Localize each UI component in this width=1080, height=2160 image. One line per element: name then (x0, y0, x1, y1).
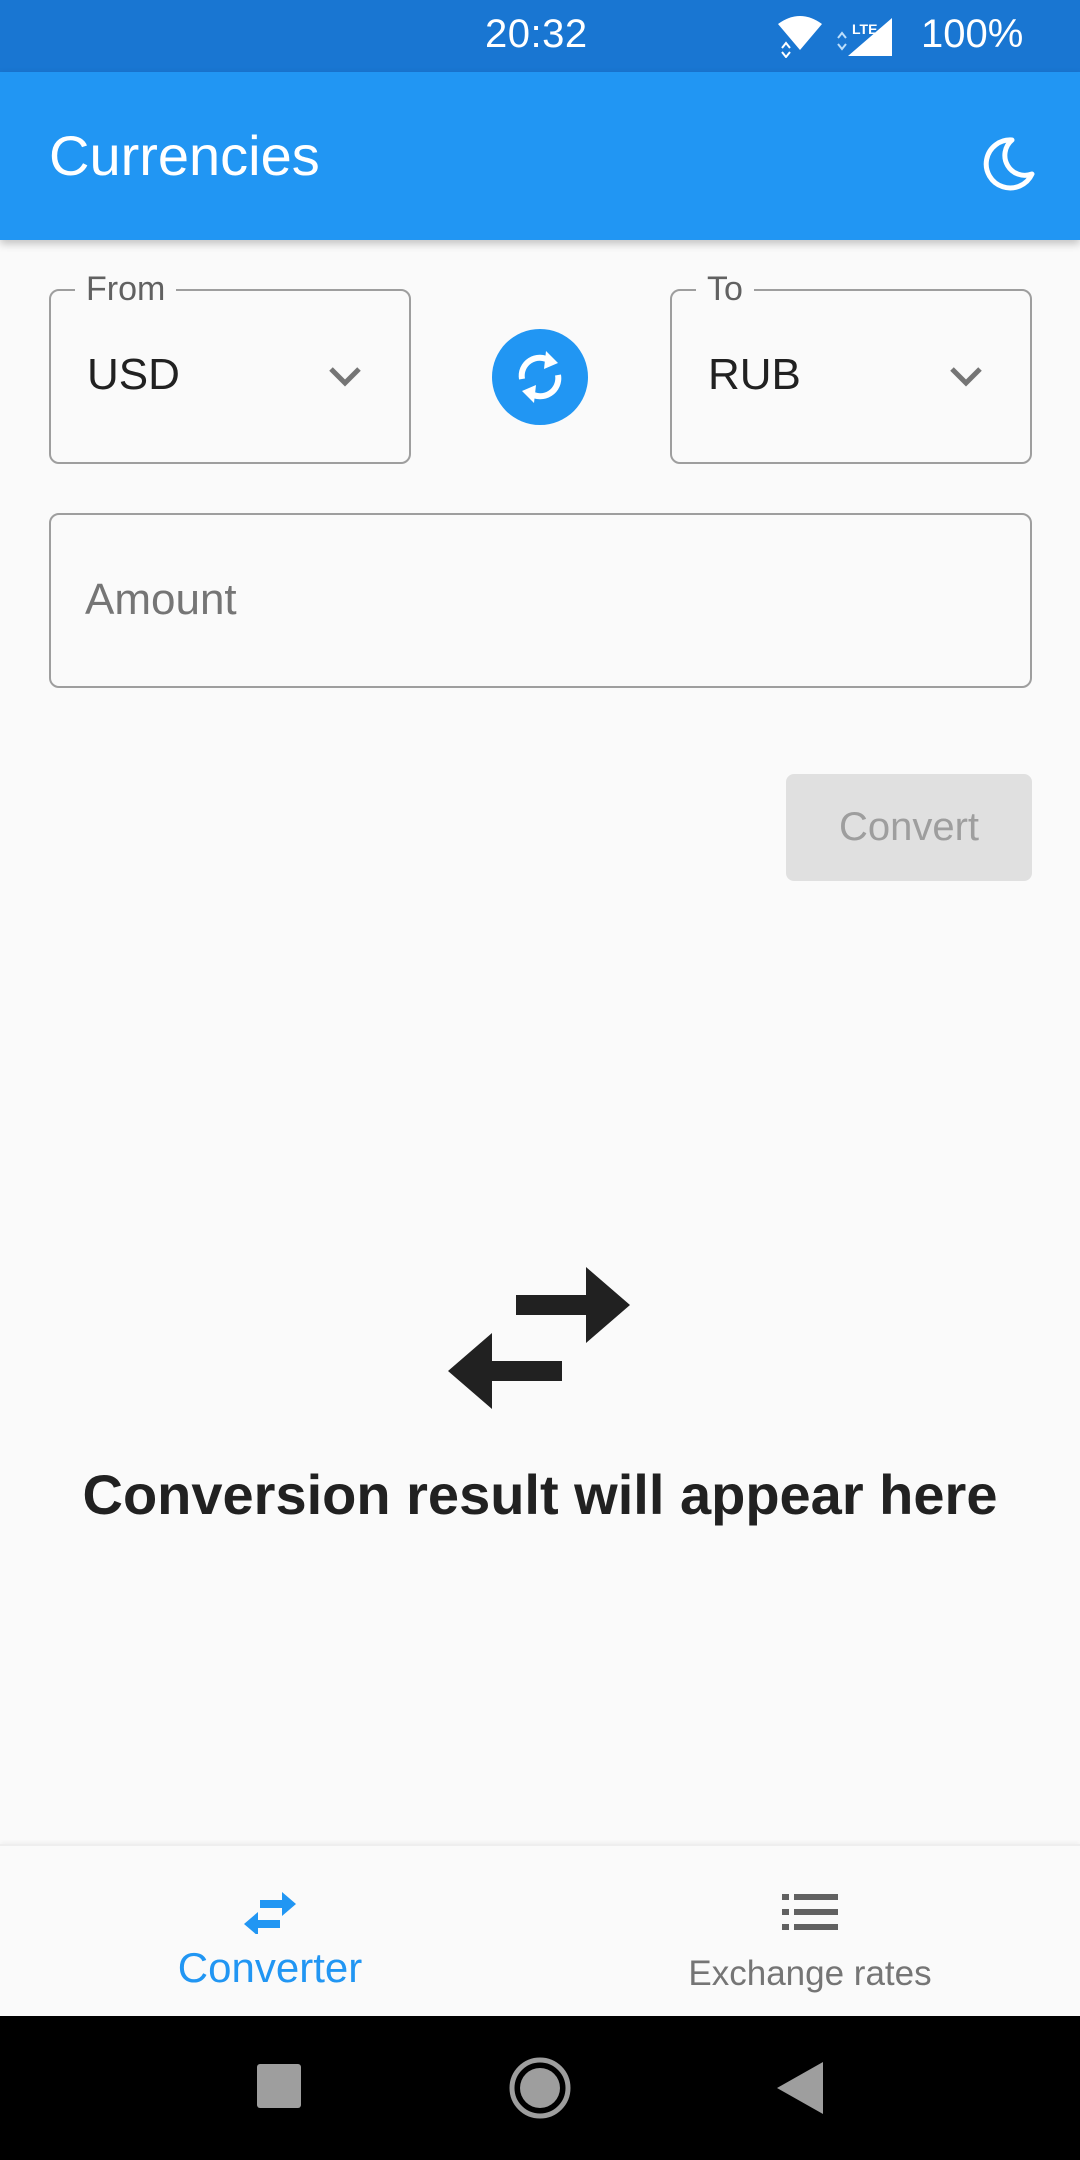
home-button[interactable] (508, 2056, 572, 2120)
convert-button[interactable]: Convert (786, 774, 1032, 881)
signal-icon: LTE (837, 18, 892, 56)
from-value: USD (87, 350, 180, 399)
system-navigation-bar (0, 2016, 1080, 2160)
to-label: To (696, 269, 754, 309)
bottom-navigation: Converter Exchange rates (0, 1844, 1080, 2016)
from-currency-dropdown[interactable]: From USD (49, 269, 411, 464)
battery-level: 100% (921, 12, 1024, 56)
to-value: RUB (708, 350, 801, 399)
swap-arrows-icon (448, 1267, 630, 1409)
nav-label-exchange-rates: Exchange rates (688, 1954, 932, 1993)
chevron-down-icon (329, 367, 361, 387)
result-placeholder-text: Conversion result will appear here (82, 1463, 998, 1526)
nav-tab-exchange-rates[interactable]: Exchange rates (540, 1846, 1080, 2018)
list-icon (782, 1894, 838, 1930)
back-button[interactable] (775, 2060, 825, 2116)
status-time: 20:32 (485, 12, 588, 56)
amount-field[interactable] (49, 513, 1032, 688)
swap-arrows-icon (244, 1892, 296, 1934)
nav-tab-converter[interactable]: Converter (0, 1846, 540, 2018)
theme-toggle-button[interactable] (968, 124, 1048, 204)
chevron-down-icon (950, 367, 982, 387)
app-title: Currencies (49, 124, 320, 187)
app-root: 20:32 LTE 100% Currencies From USD To RU… (0, 0, 1080, 2160)
swap-circle-icon (518, 351, 562, 403)
amount-input[interactable] (85, 515, 985, 685)
nav-label-converter: Converter (177, 1944, 363, 1991)
app-bar: Currencies (0, 72, 1080, 240)
to-currency-dropdown[interactable]: To RUB (670, 269, 1032, 464)
wifi-icon (778, 16, 822, 58)
status-bar: 20:32 LTE 100% (0, 0, 1080, 72)
swap-currencies-button[interactable] (492, 329, 588, 425)
from-label: From (75, 269, 177, 309)
svg-text:LTE: LTE (852, 21, 877, 37)
recents-button[interactable] (257, 2064, 301, 2108)
moon-icon (983, 137, 1035, 191)
